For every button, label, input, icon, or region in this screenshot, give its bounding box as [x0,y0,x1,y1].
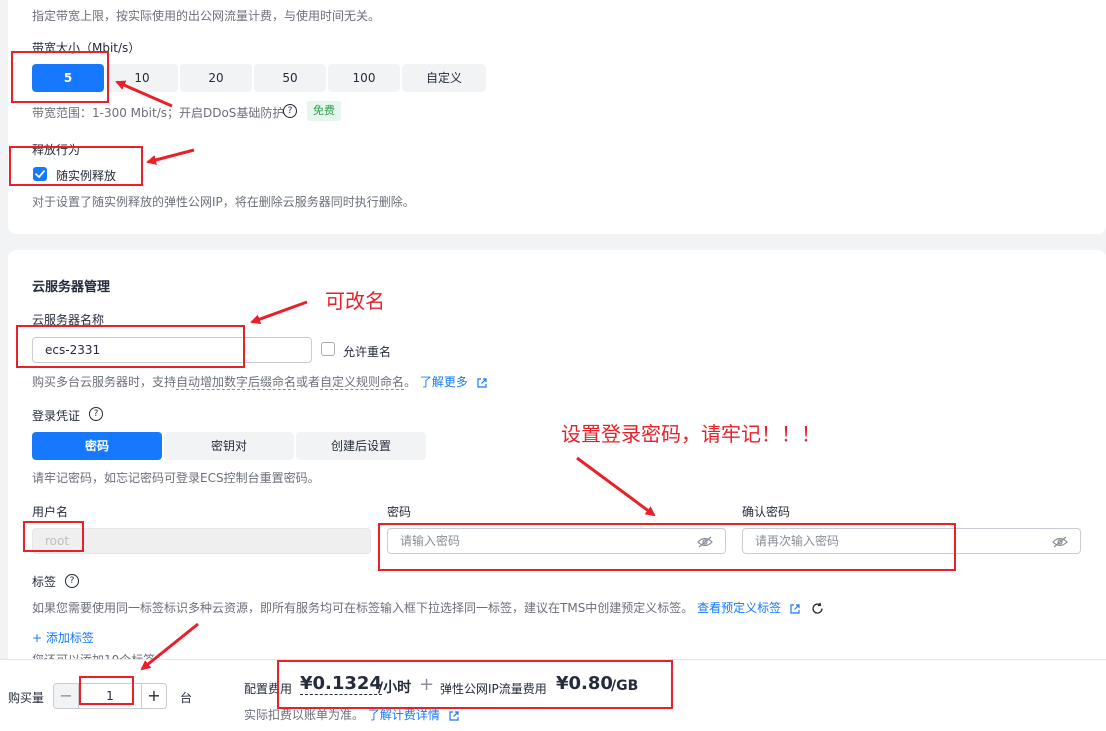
bandwidth-range-text: 带宽范围：1-300 Mbit/s；开启DDoS基础防护 [32,106,285,120]
auto-suffix-naming[interactable]: 自动增加数字后缀命名 [176,375,297,390]
release-note: 对于设置了随实例释放的弹性公网IP，将在删除云服务器同时执行删除。 [32,195,415,209]
help-icon[interactable]: ? [283,104,297,118]
quantity-unit: 台 [180,691,193,705]
learn-more-link[interactable]: 了解更多 [420,375,468,389]
credential-note: 请牢记密码，如忘记密码可登录ECS控制台重置密码。 [32,471,320,485]
username-label: 用户名 [32,505,69,519]
highlight-release-checkbox [9,146,143,186]
actual-charge-note: 实际扣费以账单为准。 [244,708,365,722]
tab-set-later[interactable]: 创建后设置 [296,432,426,460]
bandwidth-option-20[interactable]: 20 [180,64,252,92]
server-name-help: 购买多台云服务器时，支持自动增加数字后缀命名或者自定义规则命名。 了解更多 [32,373,488,390]
quantity-increase-button[interactable]: + [141,683,167,709]
highlight-bandwidth-5 [11,51,109,103]
pricing-details-link[interactable]: 了解计费详情 [368,708,440,722]
help-prefix: 购买多台云服务器时，支持 [32,375,177,389]
free-badge: 免费 [307,101,341,121]
bandwidth-intro: 指定带宽上限，按实际使用的出公网流量计费，与使用时间无关。 [32,9,381,23]
help-mid: 或者 [296,375,321,389]
external-link-icon[interactable] [789,603,801,615]
allow-duplicate-checkbox[interactable] [321,342,335,356]
password-annotation: 设置登录密码，请牢记！！！ [561,422,821,446]
highlight-username [23,521,84,552]
external-link-icon[interactable] [476,377,488,389]
password-label: 密码 [387,505,412,519]
tags-label: 标签 [32,575,57,589]
credential-label: 登录凭证 [32,409,81,423]
credential-help-icon[interactable]: ? [89,407,103,421]
tags-help-icon[interactable]: ? [65,574,79,588]
tags-note-text: 如果您需要使用同一标签标识多种云资源，即所有服务均可在标签输入框下拉选择同一标签… [32,601,694,615]
rename-annotation: 可改名 [325,289,385,313]
view-predefined-tags-link[interactable]: 查看预定义标签 [697,601,781,615]
highlight-password-fields [378,523,956,571]
quantity-label: 购买量 [8,691,45,705]
quantity-decrease-button: − [53,683,79,709]
allow-duplicate-label[interactable]: 允许重名 [343,343,391,360]
highlight-fees [277,660,673,709]
help-suffix: 。 [404,375,417,389]
external-link-icon[interactable] [448,710,460,722]
confirm-password-label: 确认密码 [742,505,791,519]
highlight-quantity [79,676,134,705]
bandwidth-option-custom[interactable]: 自定义 [402,64,486,92]
tab-password[interactable]: 密码 [32,432,162,460]
bandwidth-option-10[interactable]: 10 [106,64,178,92]
server-section-title: 云服务器管理 [32,280,111,295]
highlight-server-name [16,325,245,368]
tab-keypair[interactable]: 密钥对 [164,432,294,460]
custom-rule-naming[interactable]: 自定义规则命名 [320,375,405,390]
bandwidth-option-50[interactable]: 50 [254,64,326,92]
eye-off-icon[interactable] [1052,536,1068,548]
add-tag-link[interactable]: + 添加标签 [32,629,94,646]
tags-note: 如果您需要使用同一标签标识多种云资源，即所有服务均可在标签输入框下拉选择同一标签… [32,599,824,616]
refresh-icon[interactable] [811,602,824,615]
bandwidth-option-100[interactable]: 100 [328,64,400,92]
